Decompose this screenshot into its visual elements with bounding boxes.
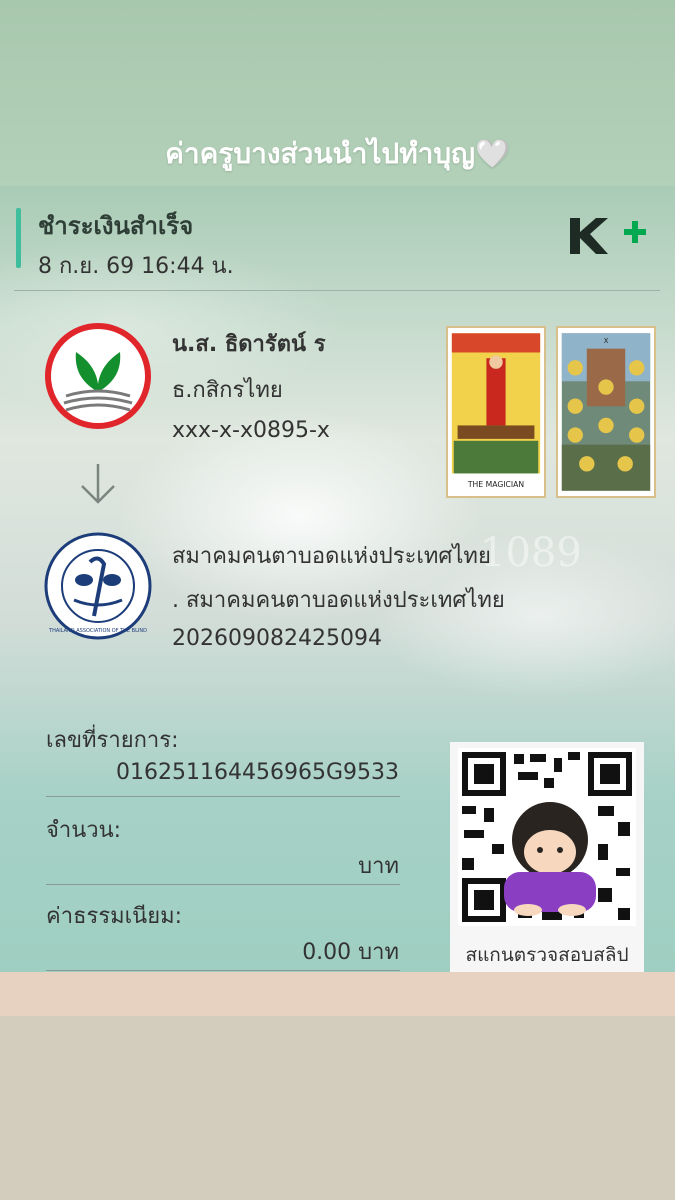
arrow-down-icon <box>81 464 115 504</box>
watermark-number: 1089 <box>480 530 582 576</box>
payment-slip: ชำระเงินสำเร็จ 8 ก.ย. 69 16:44 น. น.ส. ธ… <box>0 186 675 972</box>
qr-caption: สแกนตรวจสอบสลิป <box>465 944 629 966</box>
fee-value: 0.00 บาท <box>302 940 399 965</box>
tarot-card-magician: THE MAGICIAN <box>446 326 546 498</box>
transaction-datetime: 8 ก.ย. 69 16:44 น. <box>38 254 234 279</box>
kbank-logo <box>45 323 151 429</box>
qr-code-panel[interactable]: สแกนตรวจสอบสลิป <box>450 742 644 972</box>
field-divider <box>46 796 400 797</box>
story-caption: ค่าครูบางส่วนนำไปทำบุญ🤍 <box>165 137 510 170</box>
fee-label: ค่าธรรมเนียม: <box>46 904 182 929</box>
recipient-bank: . สมาคมคนตาบอดแห่งประเทศไทย <box>172 588 505 613</box>
recipient-account: 202609082425094 <box>172 626 382 651</box>
qr-code[interactable] <box>458 748 636 926</box>
field-divider <box>46 884 400 885</box>
tarot-label-pentacles: X <box>604 337 609 345</box>
header-divider <box>14 290 660 291</box>
kplus-logo <box>570 218 646 254</box>
blind-association-logo-text: THAILAND ASSOCIATION OF THE BLIND <box>48 628 147 634</box>
recipient-name: สมาคมคนตาบอดแห่งประเทศไทย <box>172 544 491 569</box>
amount-value: บาท <box>358 854 399 879</box>
tarot-card-pentacles: X <box>556 326 656 498</box>
reference-value: 016251164456965G9533 <box>116 760 399 785</box>
amount-label: จำนวน: <box>46 818 122 843</box>
accent-bar <box>16 208 21 268</box>
tarot-label-magician: THE MAGICIAN <box>467 480 524 489</box>
bottom-band <box>0 972 675 1016</box>
field-divider <box>46 970 400 971</box>
sender-bank: ธ.กสิกรไทย <box>172 378 283 403</box>
sender-name: น.ส. ธิดารัตน์ ร <box>172 332 326 357</box>
blind-association-logo: THAILAND ASSOCIATION OF THE BLIND <box>44 532 152 640</box>
status-title: ชำระเงินสำเร็จ <box>38 212 194 240</box>
sender-account: xxx-x-x0895-x <box>172 418 330 443</box>
reference-label: เลขที่รายการ: <box>46 728 179 753</box>
